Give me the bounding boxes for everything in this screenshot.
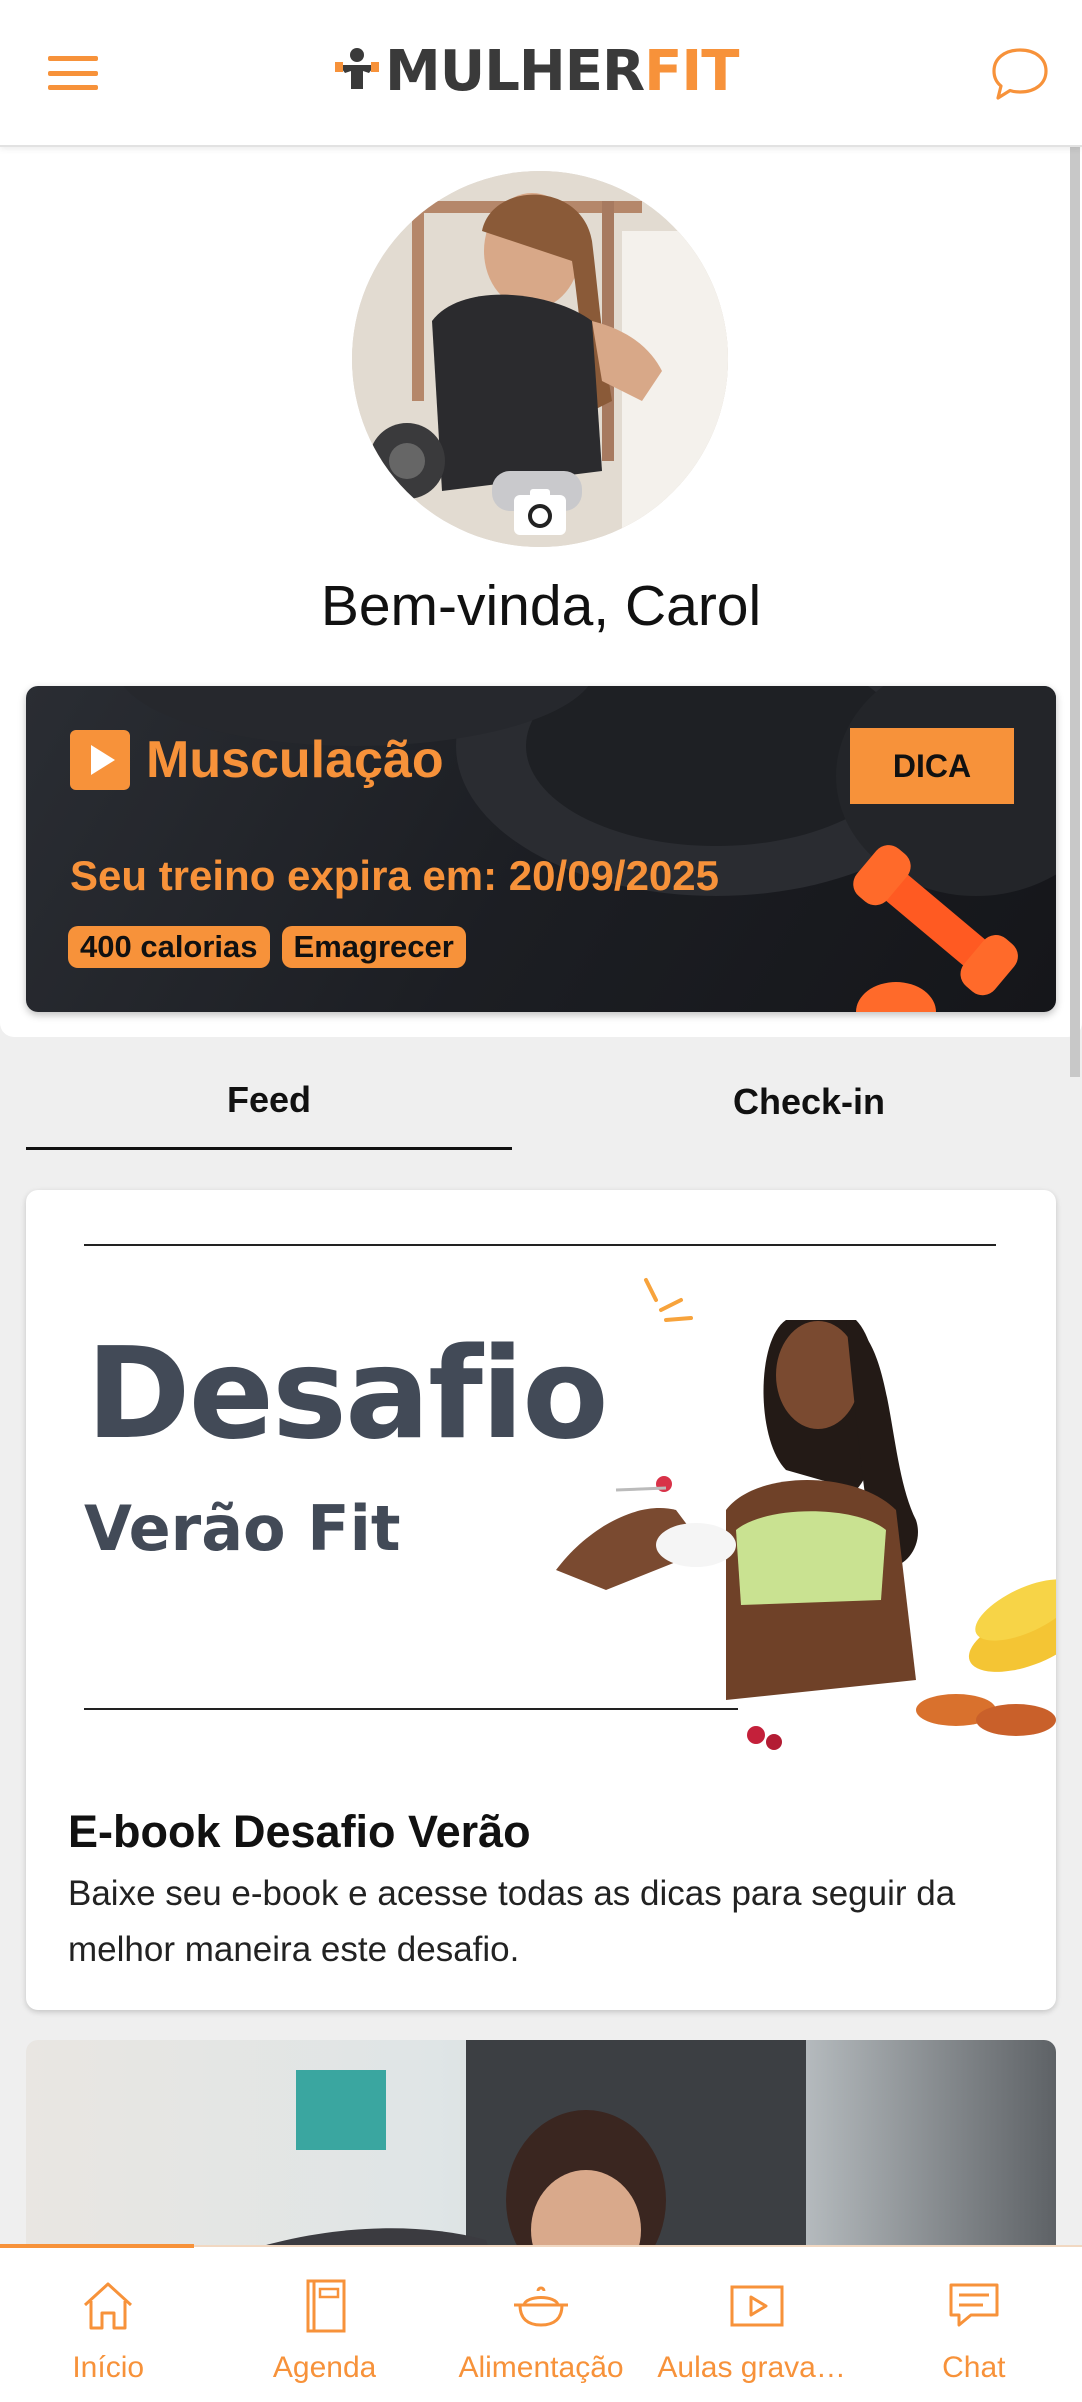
card-image-subheading: Verão Fit [84, 1492, 401, 1565]
nav-item-alimentacao[interactable]: Alimentação [433, 2247, 649, 2402]
welcome-heading: Bem-vinda, Carol [320, 574, 762, 638]
card-photo [556, 1278, 1056, 1750]
nav-label: Alimentação [458, 2351, 624, 2384]
nav-item-chat[interactable]: Chat [866, 2247, 1082, 2402]
card-title: E-book Desafio Verão [68, 1806, 531, 1857]
app-logo: MULHER FIT [333, 38, 739, 104]
app-header: MULHER FIT [0, 0, 1082, 147]
card-description: Baixe seu e-book e acesse todas as dicas… [68, 1874, 956, 1969]
scrollbar[interactable] [1070, 147, 1080, 1077]
card-image-heading: Desafio [86, 1320, 609, 1467]
camera-icon[interactable] [514, 489, 566, 535]
divider [84, 1244, 996, 1246]
hamburger-menu-icon[interactable] [44, 50, 102, 96]
tag-calories: 400 calorias [68, 926, 270, 968]
food-pot-icon [514, 2286, 569, 2327]
active-tab-indicator [0, 2244, 194, 2248]
nav-label: Aulas gravad... [657, 2351, 858, 2384]
nav-item-agenda[interactable]: Agenda [216, 2247, 432, 2402]
workout-expiry: Seu treino expira em: 20/09/2025 [70, 852, 720, 899]
nav-item-aulas-gravadas[interactable]: Aulas gravad... [649, 2247, 865, 2402]
tab-feed[interactable]: Feed [26, 1060, 512, 1150]
video-play-icon [730, 2285, 784, 2327]
logo-figure-icon [335, 48, 379, 89]
chat-bubble-icon[interactable] [990, 44, 1050, 104]
workout-title-row: Musculação [70, 730, 444, 790]
chat-icon [949, 2283, 999, 2327]
home-icon [84, 2282, 133, 2330]
nav-label: Início [72, 2351, 145, 2384]
logo-text-fit: FIT [644, 38, 739, 104]
tip-button[interactable]: DICA [850, 728, 1014, 804]
tag-goal: Emagrecer [281, 926, 466, 968]
play-icon [70, 730, 130, 790]
workout-card[interactable]: Musculação DICA Seu treino expira em: 20… [26, 686, 1056, 1012]
nav-item-inicio[interactable]: Início [0, 2247, 216, 2402]
workout-tags: 400 calorias Emagrecer [68, 926, 466, 968]
nav-label: Chat [942, 2351, 1006, 2384]
notebook-icon [306, 2279, 346, 2333]
tab-checkin[interactable]: Check-in [566, 1060, 1052, 1150]
nav-label: Agenda [272, 2351, 377, 2384]
feed-card[interactable]: Desafio Verão Fit E-book Desafio Verão B… [26, 1190, 1056, 2010]
bottom-navigation: Início Agenda Alimentação Aulas gravad..… [0, 2244, 1082, 2402]
workout-title: Musculação [146, 731, 444, 789]
logo-text-mulher: MULHER [385, 38, 645, 104]
